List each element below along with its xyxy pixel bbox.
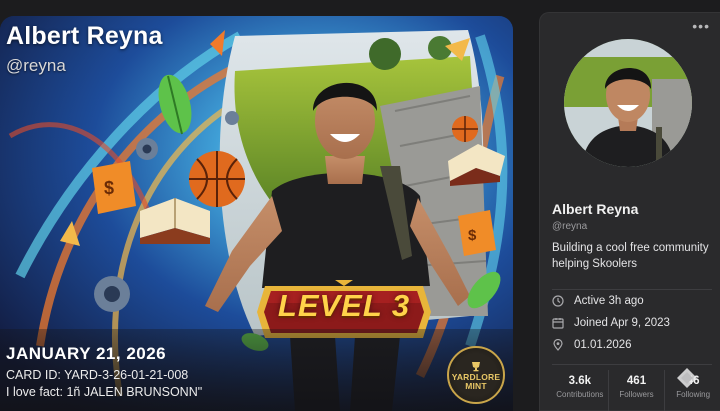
card-date: JANUARY 21, 2026 <box>6 344 167 363</box>
card-name: Albert Reyna <box>6 22 163 50</box>
meta-location: 01.01.2026 <box>552 339 632 351</box>
stat-label: Following <box>676 390 711 399</box>
stat-value: 3.6k <box>568 375 592 387</box>
avatar[interactable] <box>564 39 692 167</box>
card-id: CARD ID: YARD-3-26-01-21-008 <box>6 368 189 382</box>
svg-text:$: $ <box>468 227 477 244</box>
stat-contributions[interactable]: 3.6k Contributions <box>552 370 609 411</box>
card-fact: I love fact: 1ñ JALEN BRUNSONN" <box>6 385 203 399</box>
meta-location-text: 01.01.2026 <box>574 339 632 351</box>
mint-line-2: MINT <box>465 380 487 391</box>
profile-name: Albert Reyna <box>552 201 639 217</box>
svg-text:$: $ <box>104 178 114 198</box>
divider <box>552 289 712 290</box>
meta-joined-text: Joined Apr 9, 2023 <box>574 317 670 329</box>
yardlore-mint-seal: YARDLORE MINT <box>447 346 505 404</box>
diamond-badge-icon <box>677 368 697 388</box>
calendar-icon <box>552 318 564 329</box>
profile-panel: ••• Albert Reyna @reyna Building a cool … <box>539 12 720 411</box>
profile-card[interactable]: $ $ Albert Reyna @reyna LEVEL 3 JANUARY … <box>0 16 513 411</box>
profile-bio: Building a cool free community helping S… <box>552 242 709 270</box>
meta-active-text: Active 3h ago <box>574 295 644 307</box>
clock-icon <box>552 295 564 307</box>
location-pin-icon <box>553 339 563 351</box>
cup-icon <box>472 361 480 371</box>
profile-handle: @reyna <box>552 221 588 232</box>
stat-value: 461 <box>626 375 647 387</box>
stat-followers[interactable]: 461 Followers <box>609 370 666 411</box>
meta-active: Active 3h ago <box>552 295 644 307</box>
level-label: LEVEL 3 <box>277 288 411 323</box>
page: $ $ Albert Reyna @reyna LEVEL 3 JANUARY … <box>0 0 720 411</box>
meta-joined: Joined Apr 9, 2023 <box>552 317 670 329</box>
stat-label: Contributions <box>556 390 604 399</box>
divider <box>552 364 712 365</box>
stat-label: Followers <box>619 390 654 399</box>
card-handle: @reyna <box>6 56 66 75</box>
more-options-icon[interactable]: ••• <box>692 19 710 33</box>
